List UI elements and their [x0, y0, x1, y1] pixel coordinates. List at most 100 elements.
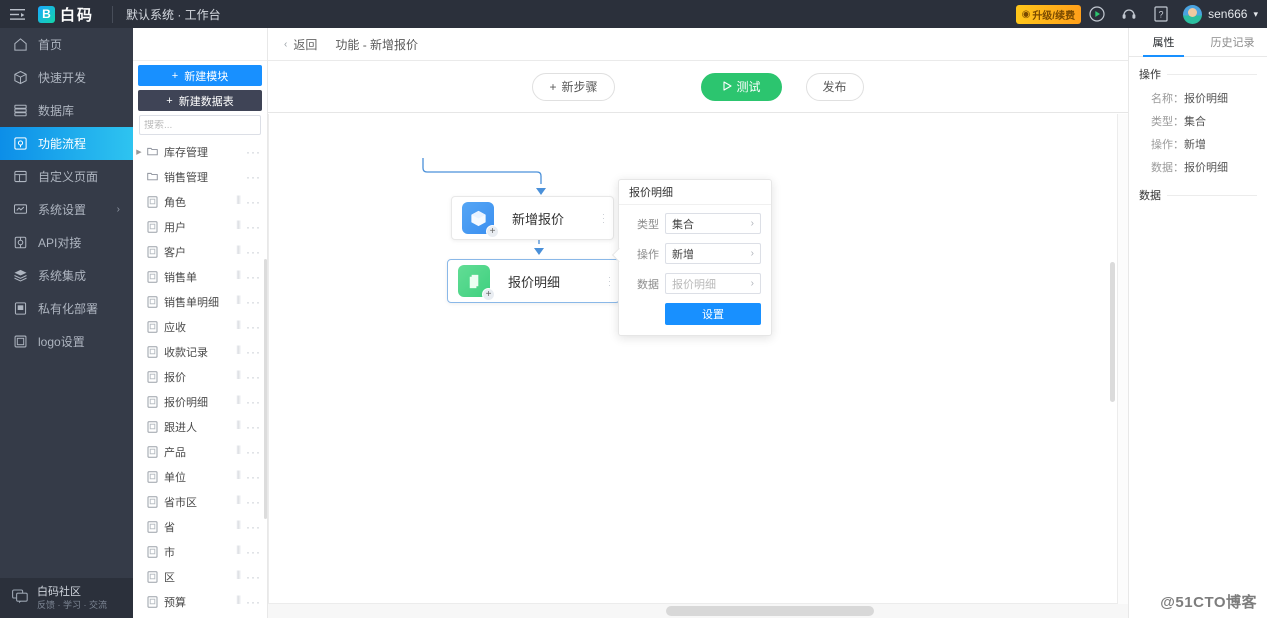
menu-collapse-icon[interactable]: [0, 0, 34, 28]
sidebar-item-label: 自定义页面: [38, 170, 99, 184]
tree-item-2[interactable]: 角色 ⦀ ···: [133, 189, 267, 214]
sidebar-item-9[interactable]: logo设置: [0, 325, 133, 358]
settings-slider-icon[interactable]: ⦀: [236, 195, 241, 208]
tree-item-more-icon[interactable]: ···: [246, 395, 261, 409]
back-button[interactable]: ‹ 返回: [284, 36, 317, 53]
settings-slider-icon[interactable]: ⦀: [236, 345, 241, 358]
tree-item-more-icon[interactable]: ···: [246, 520, 261, 534]
search-input[interactable]: [144, 119, 276, 131]
popup-field-select[interactable]: 报价明细 ›: [665, 273, 761, 294]
tree-item-7[interactable]: 应收 ⦀ ···: [133, 314, 267, 339]
sidebar-item-4[interactable]: 自定义页面: [0, 160, 133, 193]
tree-item-more-icon[interactable]: ···: [246, 195, 261, 209]
popup-submit-button[interactable]: 设置: [665, 303, 761, 325]
sidebar-item-5[interactable]: 系统设置 ›: [0, 193, 133, 226]
settings-slider-icon[interactable]: ⦀: [236, 495, 241, 508]
tree-item-10[interactable]: 报价明细 ⦀ ···: [133, 389, 267, 414]
popup-field-select[interactable]: 新增 ›: [665, 243, 761, 264]
play-circle-icon[interactable]: [1081, 0, 1113, 28]
tree-item-16[interactable]: 市 ⦀ ···: [133, 539, 267, 564]
tree-item-17[interactable]: 区 ⦀ ···: [133, 564, 267, 589]
tree-item-more-icon[interactable]: ···: [246, 270, 261, 284]
tree-item-more-icon[interactable]: ···: [246, 545, 261, 559]
sidebar-community-link[interactable]: 白码社区 反馈 · 学习 · 交流: [0, 578, 133, 618]
popup-field-select[interactable]: 集合 ›: [665, 213, 761, 234]
headset-icon[interactable]: [1113, 0, 1145, 28]
properties-tab-0[interactable]: 属性: [1129, 28, 1198, 57]
sidebar-item-7[interactable]: 系统集成: [0, 259, 133, 292]
tree-caret-icon[interactable]: ▶: [133, 148, 145, 156]
tree-item-more-icon[interactable]: ···: [246, 245, 261, 259]
settings-slider-icon[interactable]: ⦀: [236, 570, 241, 583]
settings-slider-icon[interactable]: ⦀: [236, 545, 241, 558]
tree-scrollbar[interactable]: [264, 259, 267, 519]
tree-search-box[interactable]: [139, 115, 295, 135]
settings-slider-icon[interactable]: ⦀: [236, 270, 241, 283]
sidebar-item-1[interactable]: 快速开发: [0, 61, 133, 94]
user-menu[interactable]: sen666 ▾: [1183, 4, 1258, 24]
tree-item-more-icon[interactable]: ···: [246, 220, 261, 234]
flow-node-menu-icon[interactable]: · · ·: [608, 273, 611, 290]
settings-slider-icon[interactable]: ⦀: [236, 295, 241, 308]
settings-slider-icon[interactable]: ⦀: [236, 420, 241, 433]
tree-item-more-icon[interactable]: ···: [246, 370, 261, 384]
new-table-button[interactable]: + 新建数据表: [138, 90, 262, 111]
settings-slider-icon[interactable]: ⦀: [236, 395, 241, 408]
tree-item-more-icon[interactable]: ···: [246, 445, 261, 459]
canvas-vertical-scrollbar[interactable]: [1110, 262, 1115, 402]
settings-slider-icon[interactable]: ⦀: [236, 320, 241, 333]
sidebar-item-3[interactable]: 功能流程: [0, 127, 133, 160]
properties-tab-1[interactable]: 历史记录: [1198, 28, 1267, 56]
upgrade-button[interactable]: ◉ 升级/续费: [1015, 4, 1082, 24]
monitor-icon: [13, 202, 28, 217]
canvas-horizontal-scrollbar-track[interactable]: [268, 604, 1128, 618]
tree-item-6[interactable]: 销售单明细 ⦀ ···: [133, 289, 267, 314]
settings-slider-icon[interactable]: ⦀: [236, 370, 241, 383]
tree-item-more-icon[interactable]: ···: [246, 470, 261, 484]
tree-item-9[interactable]: 报价 ⦀ ···: [133, 364, 267, 389]
tree-item-8[interactable]: 收款记录 ⦀ ···: [133, 339, 267, 364]
settings-slider-icon[interactable]: ⦀: [236, 595, 241, 608]
new-module-button[interactable]: + 新建模块: [138, 65, 262, 86]
tree-item-more-icon[interactable]: ···: [246, 595, 261, 609]
flow-node-menu-icon[interactable]: · · ·: [602, 210, 605, 227]
tree-item-more-icon[interactable]: ···: [246, 145, 261, 159]
tree-item-more-icon[interactable]: ···: [246, 170, 261, 184]
tree-item-3[interactable]: 用户 ⦀ ···: [133, 214, 267, 239]
tree-item-more-icon[interactable]: ···: [246, 495, 261, 509]
settings-slider-icon[interactable]: ⦀: [236, 520, 241, 533]
settings-slider-icon[interactable]: ⦀: [236, 445, 241, 458]
canvas-horizontal-scrollbar-thumb[interactable]: [666, 606, 874, 616]
tree-item-5[interactable]: 销售单 ⦀ ···: [133, 264, 267, 289]
tree-item-14[interactable]: 省市区 ⦀ ···: [133, 489, 267, 514]
brand-logo[interactable]: B 白码: [34, 4, 94, 25]
tree-item-more-icon[interactable]: ···: [246, 420, 261, 434]
settings-slider-icon[interactable]: ⦀: [236, 220, 241, 233]
tree-item-11[interactable]: 跟进人 ⦀ ···: [133, 414, 267, 439]
tree-item-1[interactable]: 销售管理 ···: [133, 164, 267, 189]
tree-item-13[interactable]: 单位 ⦀ ···: [133, 464, 267, 489]
tree-item-12[interactable]: 产品 ⦀ ···: [133, 439, 267, 464]
flow-node-1[interactable]: + 报价明细 · · ·: [447, 259, 620, 303]
tree-item-15[interactable]: 省 ⦀ ···: [133, 514, 267, 539]
help-book-icon[interactable]: ?: [1145, 0, 1177, 28]
tree-item-more-icon[interactable]: ···: [246, 320, 261, 334]
publish-button[interactable]: 发布: [805, 72, 864, 101]
tree-item-more-icon[interactable]: ···: [246, 295, 261, 309]
tree-item-18[interactable]: 预算 ⦀ ···: [133, 589, 267, 614]
add-badge-icon[interactable]: +: [486, 225, 499, 238]
settings-slider-icon[interactable]: ⦀: [236, 245, 241, 258]
sidebar-item-0[interactable]: 首页: [0, 28, 133, 61]
add-step-button[interactable]: + 新步骤: [532, 72, 615, 101]
sidebar-item-6[interactable]: API对接: [0, 226, 133, 259]
add-badge-icon[interactable]: +: [482, 288, 495, 301]
tree-item-0[interactable]: ▶ 库存管理 ···: [133, 139, 267, 164]
sidebar-item-2[interactable]: 数据库: [0, 94, 133, 127]
settings-slider-icon[interactable]: ⦀: [236, 470, 241, 483]
sidebar-item-8[interactable]: 私有化部署: [0, 292, 133, 325]
test-button[interactable]: 测试: [700, 72, 782, 101]
tree-item-more-icon[interactable]: ···: [246, 570, 261, 584]
tree-item-4[interactable]: 客户 ⦀ ···: [133, 239, 267, 264]
flow-node-0[interactable]: + 新增报价 · · ·: [451, 196, 614, 240]
tree-item-more-icon[interactable]: ···: [246, 345, 261, 359]
